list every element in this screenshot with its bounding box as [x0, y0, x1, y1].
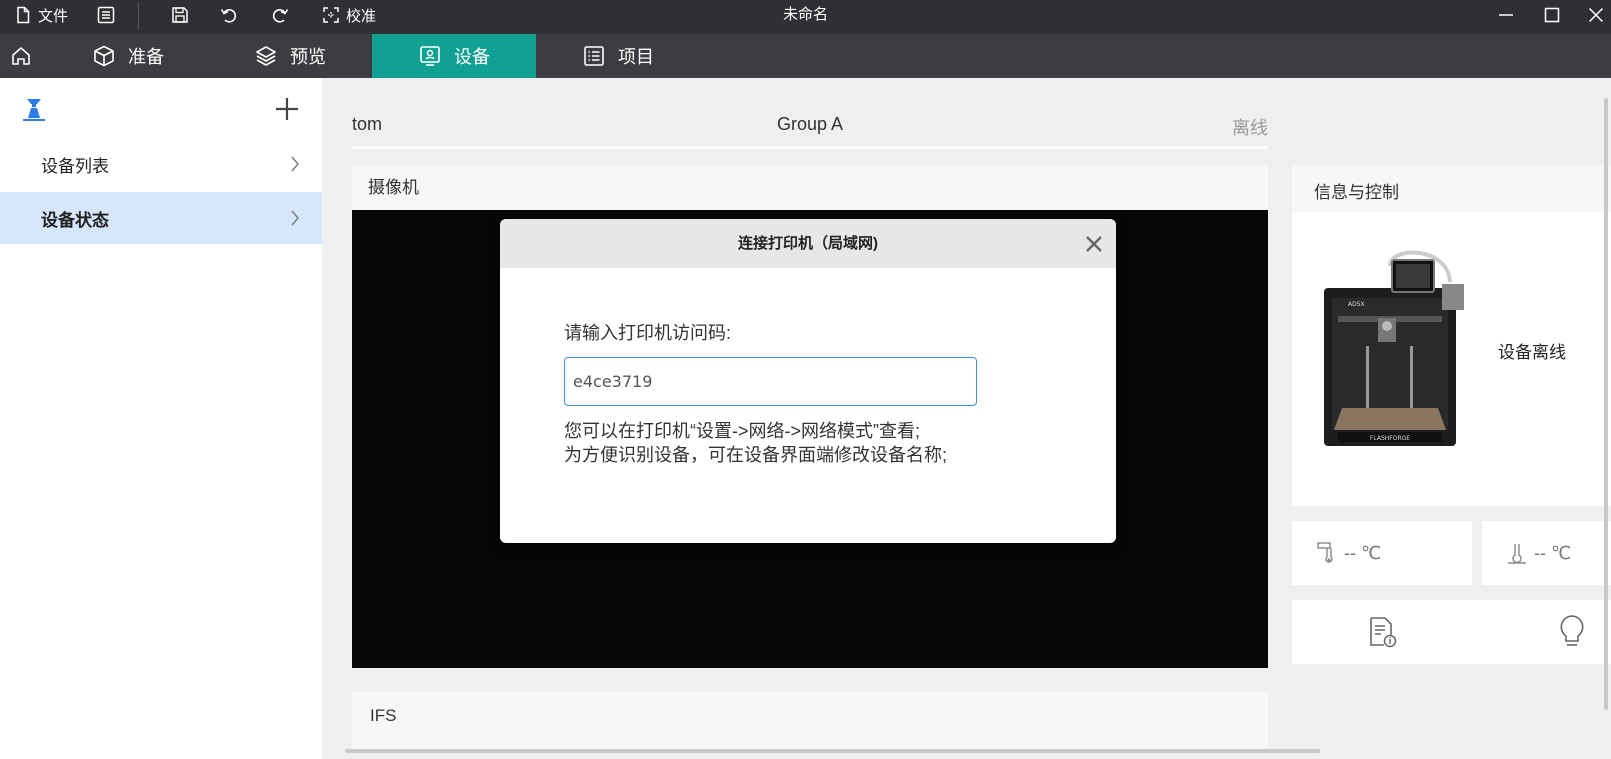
ifs-panel: IFS — [352, 692, 1268, 752]
bed-temp-value: -- ℃ — [1534, 542, 1572, 563]
sidebar: 设备列表 设备状态 — [0, 78, 322, 759]
info-control-header: 信息与控制 — [1292, 166, 1611, 212]
file-info-button[interactable] — [1366, 616, 1398, 653]
hint-line-1: 您可以在打印机“设置->网络->网络模式”查看; — [564, 421, 920, 441]
light-toggle-button[interactable] — [1558, 614, 1586, 653]
close-icon — [1588, 7, 1604, 23]
sidebar-item-device-list[interactable]: 设备列表 — [0, 138, 322, 190]
redo-icon — [272, 9, 289, 23]
tab-device-label: 设备 — [454, 47, 490, 67]
header-divider — [352, 146, 1268, 149]
undo-button[interactable] — [219, 0, 239, 30]
chevron-right-icon — [291, 156, 299, 172]
svg-text:FLASHFORGE: FLASHFORGE — [1370, 435, 1410, 442]
minimize-button[interactable] — [1498, 0, 1514, 30]
device-offline-text: 设备离线 — [1498, 343, 1566, 362]
printer-logo-icon — [22, 96, 46, 127]
device-group: Group A — [776, 114, 844, 134]
window-title: 未命名 — [782, 6, 828, 23]
calibrate-button[interactable]: 校准 — [322, 0, 376, 30]
camera-title: 摄像机 — [368, 178, 419, 197]
connect-printer-dialog: 连接打印机（局域网) 请输入打印机访问码: 您可以在打印机“设置->网络->网络… — [500, 219, 1116, 543]
window-close-button[interactable] — [1588, 0, 1604, 30]
ifs-title: IFS — [370, 706, 397, 725]
redo-button[interactable] — [270, 0, 290, 30]
tab-project-label: 项目 — [618, 47, 654, 67]
tab-prepare-label: 准备 — [128, 47, 164, 67]
maximize-icon — [1544, 7, 1560, 23]
sidebar-item-label: 设备状态 — [41, 210, 109, 230]
device-header: tom Group A 离线 — [352, 106, 1268, 149]
save-icon — [172, 7, 188, 23]
tab-device[interactable]: 设备 — [372, 34, 536, 78]
printer-card: FLASHFORGE AD5X 设备离线 — [1292, 212, 1611, 506]
main-tab-bar: 准备 预览 设备 项目 — [0, 34, 1611, 78]
sidebar-item-label: 设备列表 — [41, 156, 109, 176]
home-icon — [12, 47, 30, 65]
printer-image: FLASHFORGE AD5X — [1324, 250, 1464, 446]
access-code-input[interactable] — [564, 357, 977, 406]
document-list-icon — [97, 6, 115, 24]
plus-icon — [276, 98, 298, 120]
sidebar-item-device-status[interactable]: 设备状态 — [0, 192, 322, 244]
nozzle-thermometer-icon — [1317, 542, 1333, 563]
hint-line-2: 为方便识别设备，可在设备界面端修改设备名称; — [564, 445, 947, 465]
nozzle-temp-value: -- ℃ — [1344, 542, 1382, 563]
title-bar: 文件 校准 未命名 — [0, 0, 1611, 34]
dialog-close-icon[interactable] — [1085, 235, 1103, 253]
vertical-scrollbar[interactable] — [1604, 98, 1608, 710]
document-list-button[interactable] — [96, 0, 116, 30]
file-info-icon — [1370, 617, 1397, 648]
svg-text:AD5X: AD5X — [1348, 301, 1365, 308]
device-status-text: 离线 — [1232, 118, 1268, 138]
tab-prepare[interactable]: 准备 — [42, 34, 222, 78]
tab-preview-label: 预览 — [290, 47, 326, 67]
calibrate-icon — [323, 7, 339, 23]
cube-icon — [94, 45, 114, 67]
tab-preview[interactable]: 预览 — [222, 34, 372, 78]
lightbulb-icon — [1560, 615, 1584, 646]
horizontal-scrollbar[interactable] — [345, 749, 1320, 753]
tab-project[interactable]: 项目 — [536, 34, 686, 78]
file-menu[interactable]: 文件 — [14, 0, 68, 30]
toolbar-divider — [138, 2, 139, 30]
maximize-button[interactable] — [1544, 0, 1560, 30]
bed-thermometer-icon — [1508, 544, 1526, 564]
save-button[interactable] — [170, 0, 190, 30]
dialog-title: 连接打印机（局域网) — [738, 235, 878, 252]
minimize-icon — [1499, 14, 1513, 16]
device-monitor-icon — [420, 46, 440, 66]
calibrate-label: 校准 — [346, 7, 377, 25]
tab-home[interactable] — [0, 34, 42, 78]
control-box — [1292, 600, 1611, 664]
access-code-prompt: 请输入打印机访问码: — [564, 323, 732, 343]
chevron-right-icon — [291, 210, 299, 226]
info-control-title: 信息与控制 — [1314, 183, 1399, 202]
dialog-hint: 您可以在打印机“设置->网络->网络模式”查看; 为方便识别设备，可在设备界面端… — [564, 419, 947, 467]
add-device-button[interactable] — [274, 96, 300, 127]
list-icon — [584, 46, 604, 66]
layers-icon — [256, 46, 276, 66]
file-menu-label: 文件 — [38, 7, 69, 25]
bed-temperature: -- ℃ — [1482, 521, 1611, 585]
file-icon — [17, 6, 30, 24]
undo-icon — [220, 9, 237, 23]
nozzle-temperature: -- ℃ — [1292, 521, 1472, 585]
